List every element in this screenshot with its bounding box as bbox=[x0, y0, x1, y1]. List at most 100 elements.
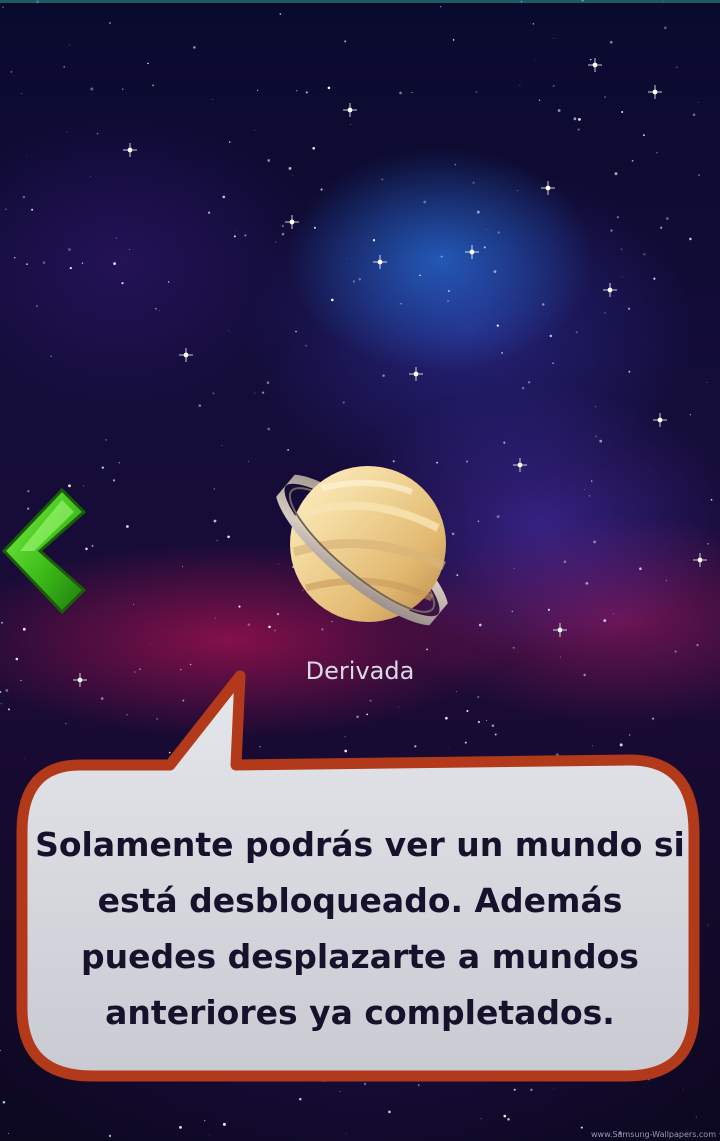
star bbox=[211, 99, 213, 100]
star bbox=[66, 131, 68, 133]
star bbox=[5, 208, 7, 210]
star bbox=[216, 539, 218, 542]
star bbox=[254, 392, 256, 394]
star bbox=[26, 154, 28, 156]
star bbox=[706, 381, 708, 383]
star bbox=[198, 404, 202, 407]
star bbox=[553, 37, 555, 39]
star bbox=[552, 84, 555, 87]
world-derivada-button[interactable] bbox=[262, 448, 462, 653]
star bbox=[372, 239, 376, 242]
star bbox=[627, 307, 631, 310]
star bbox=[358, 278, 361, 281]
star bbox=[213, 488, 215, 490]
star bbox=[400, 303, 402, 305]
star bbox=[447, 300, 449, 302]
star bbox=[155, 308, 157, 310]
star bbox=[96, 132, 99, 135]
star bbox=[513, 568, 515, 569]
star bbox=[689, 414, 691, 416]
star bbox=[344, 40, 347, 43]
chevron-left-icon bbox=[1, 487, 86, 615]
bright-star bbox=[179, 348, 193, 362]
star bbox=[112, 479, 116, 482]
bright-star bbox=[693, 553, 707, 567]
star bbox=[604, 96, 606, 98]
bright-star bbox=[653, 413, 667, 427]
star bbox=[2, 1100, 6, 1104]
star bbox=[288, 166, 292, 170]
star bbox=[342, 401, 345, 404]
star bbox=[595, 406, 596, 408]
star bbox=[22, 195, 26, 199]
star bbox=[423, 200, 427, 204]
star bbox=[512, 646, 515, 649]
star bbox=[1, 621, 3, 624]
star bbox=[20, 92, 22, 94]
star bbox=[621, 111, 624, 113]
star bbox=[214, 617, 216, 619]
star bbox=[31, 208, 34, 211]
star bbox=[108, 22, 111, 24]
star bbox=[613, 613, 614, 614]
star bbox=[603, 619, 607, 623]
star bbox=[411, 91, 413, 94]
game-screen: Derivada Solamente podrás ver un mundo s… bbox=[0, 0, 720, 1141]
star bbox=[577, 128, 580, 131]
star bbox=[609, 40, 613, 44]
star bbox=[643, 253, 646, 256]
back-arrow-button[interactable] bbox=[0, 486, 86, 616]
star bbox=[614, 172, 618, 176]
star bbox=[313, 226, 316, 229]
star bbox=[259, 612, 261, 613]
star bbox=[213, 519, 217, 523]
star bbox=[472, 181, 475, 185]
star bbox=[13, 256, 16, 259]
star bbox=[352, 280, 356, 283]
star bbox=[496, 324, 499, 327]
star bbox=[179, 1125, 182, 1129]
star bbox=[2, 6, 4, 8]
star bbox=[299, 1097, 302, 1101]
star bbox=[126, 525, 129, 528]
star bbox=[585, 582, 589, 585]
bright-star bbox=[343, 103, 357, 117]
star bbox=[122, 88, 124, 90]
star bbox=[113, 262, 116, 265]
star bbox=[663, 26, 667, 30]
star bbox=[230, 331, 231, 332]
star bbox=[221, 444, 223, 446]
star bbox=[167, 281, 170, 283]
star bbox=[478, 623, 482, 627]
star bbox=[253, 129, 255, 131]
bright-star bbox=[648, 85, 662, 99]
star bbox=[381, 178, 384, 181]
star bbox=[447, 289, 450, 293]
star bbox=[189, 663, 192, 666]
star bbox=[493, 270, 497, 273]
star bbox=[439, 5, 442, 8]
star bbox=[521, 386, 525, 390]
star bbox=[292, 174, 294, 176]
star bbox=[665, 580, 667, 581]
star bbox=[497, 231, 500, 234]
star bbox=[91, 545, 94, 547]
wallpaper-watermark: www.Samsung-Wallpapers.com bbox=[591, 1130, 716, 1139]
bright-star bbox=[123, 143, 137, 157]
star bbox=[486, 228, 488, 230]
star bbox=[222, 1122, 226, 1126]
star bbox=[581, 0, 584, 2]
bright-star bbox=[373, 255, 387, 269]
star bbox=[503, 199, 505, 201]
star bbox=[628, 370, 631, 373]
star bbox=[204, 1120, 206, 1122]
star bbox=[578, 118, 581, 121]
star bbox=[305, 91, 308, 94]
star bbox=[660, 226, 663, 229]
star bbox=[419, 274, 421, 277]
star bbox=[476, 210, 480, 214]
star bbox=[247, 460, 249, 462]
star bbox=[698, 174, 700, 177]
star bbox=[440, 255, 443, 258]
star bbox=[563, 560, 567, 564]
